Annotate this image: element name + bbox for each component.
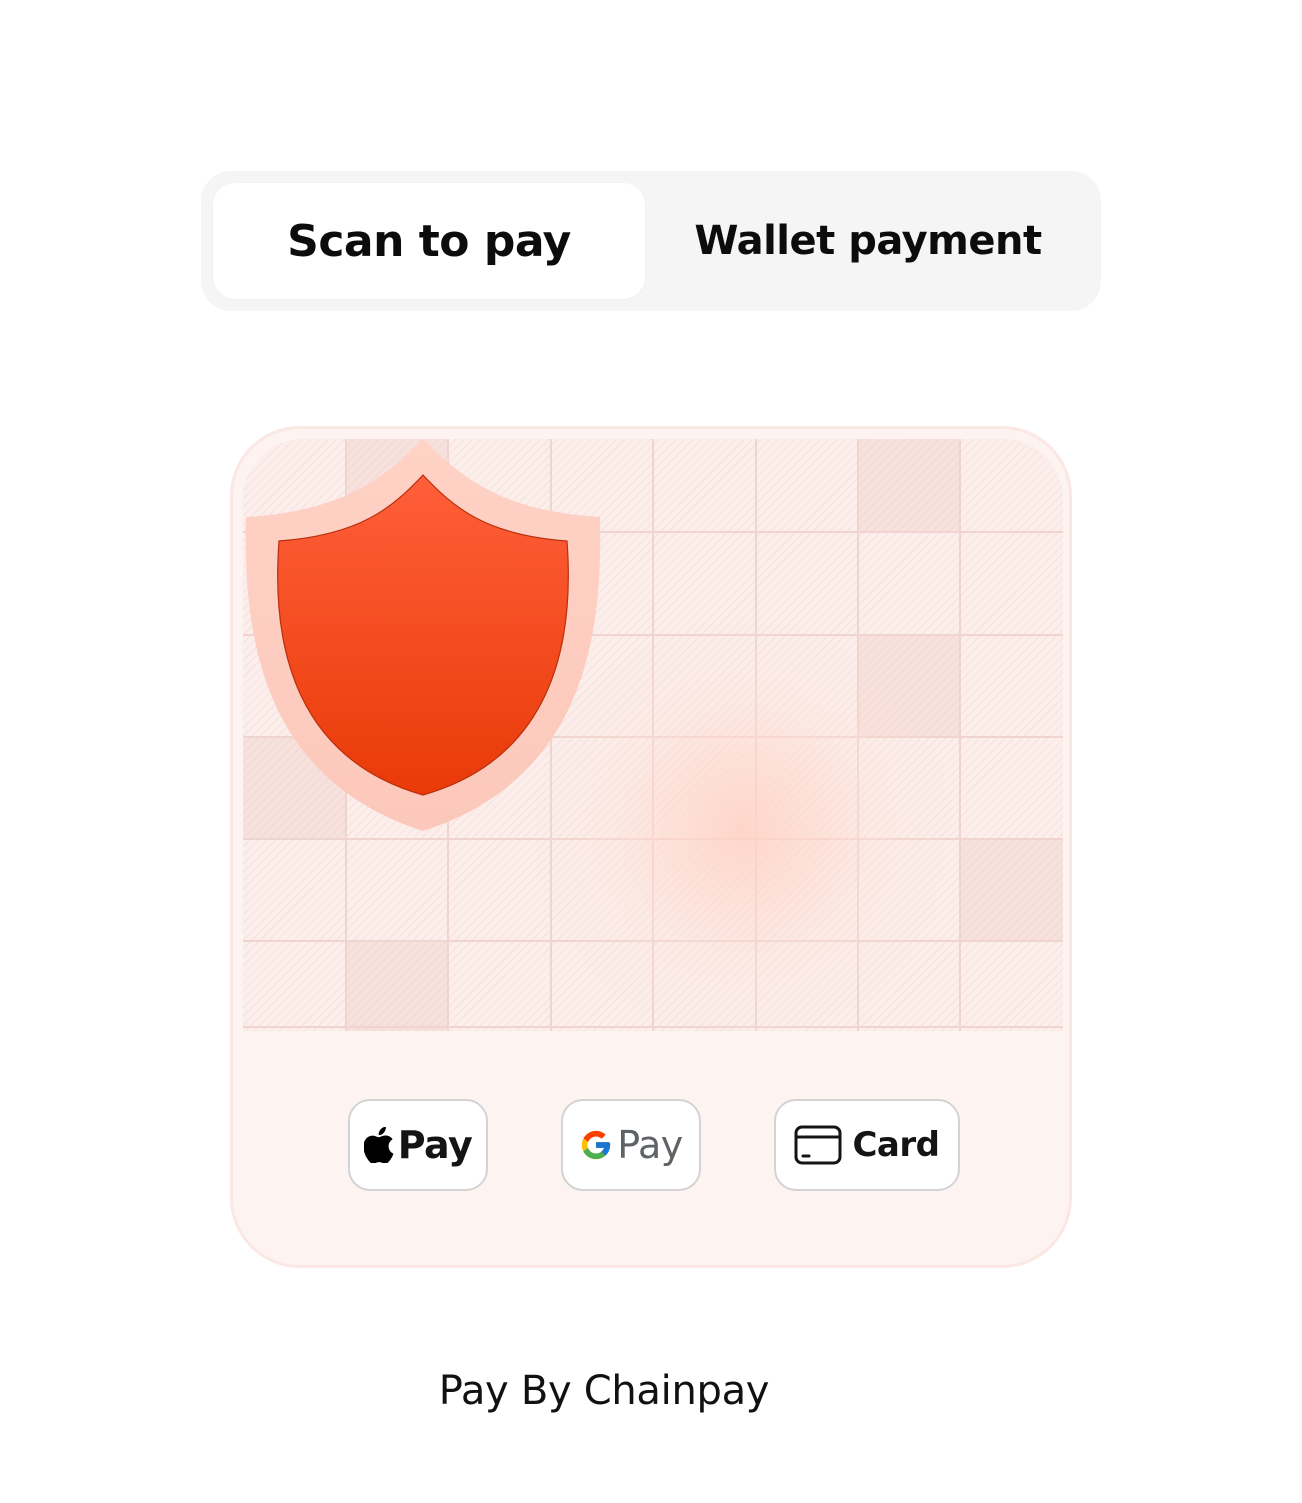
tab-scan-to-pay[interactable]: Scan to pay [213,183,645,299]
card-payment-button[interactable]: Card [774,1099,960,1191]
google-g-icon [579,1128,613,1162]
apple-pay-button[interactable]: Pay [348,1099,488,1191]
shield-icon [245,439,601,831]
apple-icon [363,1127,394,1163]
tab-wallet-payment[interactable]: Wallet payment [647,183,1089,299]
card-payment-label: Card [852,1125,940,1165]
payment-tabs: Scan to pay Wallet payment [201,171,1101,311]
google-pay-button[interactable]: Pay [561,1099,701,1191]
credit-card-icon [794,1125,842,1165]
google-pay-label: Pay [617,1123,683,1167]
grid-background [243,439,1063,1031]
apple-pay-label: Pay [397,1123,473,1167]
tab-scan-to-pay-label: Scan to pay [287,215,571,267]
payment-card: Pay Pay Card [230,426,1072,1268]
tab-wallet-payment-label: Wallet payment [694,218,1042,264]
footer-text: Pay By Chainpay [438,1368,770,1414]
